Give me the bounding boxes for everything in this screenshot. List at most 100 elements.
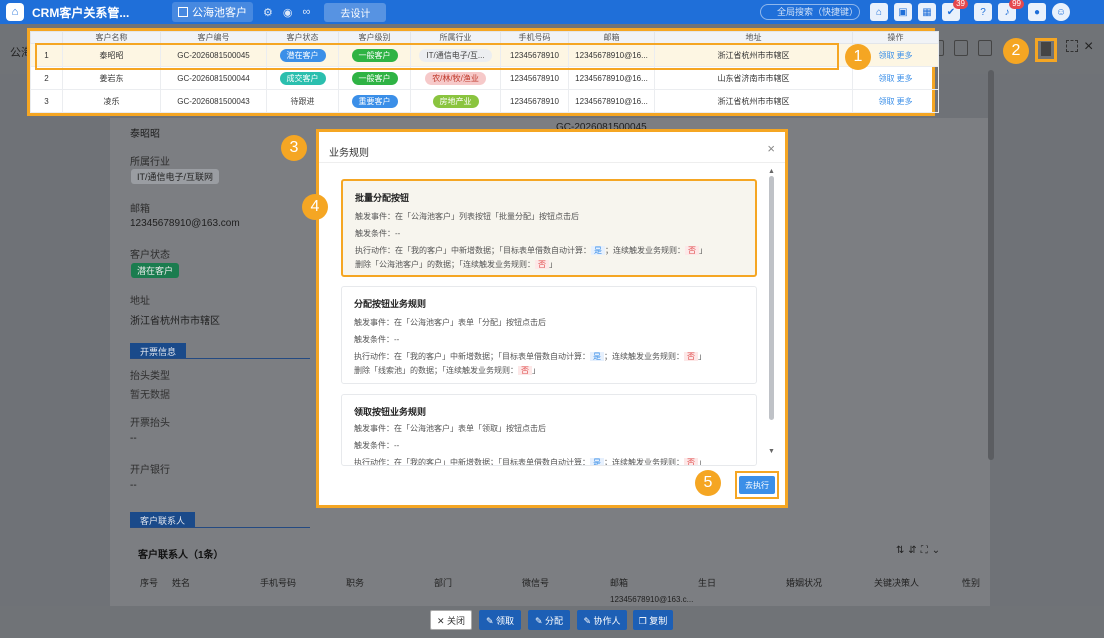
eye-icon[interactable]: ◉ — [283, 6, 293, 19]
apps-icon[interactable]: ▦ — [918, 3, 936, 21]
bell-icon[interactable]: ♪ 99 — [998, 0, 1024, 21]
table-row[interactable]: 2 姜岩东 GC-2026081500044 成交客户 一般客户 农/林/牧/渔… — [30, 66, 939, 90]
assign-button[interactable]: ✎ 分配 — [528, 610, 570, 630]
more-link[interactable]: 更多 — [897, 51, 913, 60]
copy-button[interactable]: ❐ 复制 — [633, 610, 673, 630]
global-search-input[interactable]: 全局搜索（快捷键） — [760, 4, 860, 20]
claim-link[interactable]: 领取 — [879, 97, 895, 106]
tasks-badge: 39 — [953, 0, 968, 9]
industry-chip: IT/通信电子/互联网 — [131, 169, 219, 184]
invoice-type-value: 暂无数据 — [130, 390, 170, 401]
tasks-icon[interactable]: ✔ 39 — [942, 0, 968, 21]
industry-cell: IT/通信电子/互... — [410, 43, 501, 67]
link-icon[interactable]: ∞ — [302, 6, 310, 19]
claim-link[interactable]: 领取 — [879, 74, 895, 83]
claim-link[interactable]: 领取 — [879, 51, 895, 60]
rule-card-batch-assign[interactable]: 批量分配按钮 触发事件：在「公海池客户」列表按钮「批量分配」按钮点击后 触发条件… — [341, 179, 757, 277]
industry-label: 所属行业 — [130, 157, 170, 168]
no-tag: 否 — [685, 246, 699, 255]
level-cell: 一般客户 — [338, 43, 411, 67]
address-cell: 浙江省杭州市市辖区 — [654, 89, 853, 113]
help-icon[interactable]: ? — [974, 3, 992, 21]
col-header[interactable]: 客户名称 — [62, 31, 161, 44]
col-header[interactable]: 客户级别 — [338, 31, 411, 44]
dialog-scrollbar[interactable] — [769, 176, 774, 420]
dialog-title: 业务规则 — [329, 148, 369, 159]
rule-title: 领取按钮业务规则 — [354, 407, 427, 417]
home-icon[interactable]: ⌂ — [870, 3, 888, 21]
phone-cell: 12345678910 — [500, 43, 569, 67]
page-scrollbar[interactable] — [988, 70, 994, 460]
avatar[interactable]: ☺ — [1052, 3, 1070, 21]
rule-card-assign[interactable]: 分配按钮业务规则 触发事件：在「公海池客户」表单「分配」按钮点击后 触发条件：-… — [341, 286, 757, 384]
design-button[interactable]: 去设计 — [324, 2, 387, 22]
customer-name-cell[interactable]: 凌乐 — [62, 89, 161, 113]
more-link[interactable]: 更多 — [897, 74, 913, 83]
invoice-section-line — [130, 358, 310, 359]
contact-col: 关键决策人 — [874, 578, 920, 588]
table-row[interactable]: 1 泰昭昭 GC-2026081500045 潜在客户 一般客户 IT/通信电子… — [30, 43, 939, 67]
col-header[interactable]: 客户状态 — [266, 31, 339, 44]
archive-icon[interactable] — [978, 40, 992, 56]
tab-public-pool[interactable]: 公海池客户 — [172, 2, 253, 22]
close-button[interactable]: ✕ 关闭 — [430, 610, 472, 630]
header-icons: ⌂ ▣ ▦ ✔ 39 ? ♪ 99 ● ☺ — [870, 0, 1070, 21]
industry-cell: 农/林/牧/渔业 — [410, 66, 501, 90]
app-title: CRM客户关系管... — [32, 5, 130, 20]
contact-col: 姓名 — [172, 578, 191, 588]
tab-tools: ⚙ ◉ ∞ — [263, 6, 310, 19]
status-cell: 待跟进 — [266, 89, 339, 113]
contact-table-header: 序号 姓名 手机号码 职务 部门 微信号 邮箱 生日 婚姻状况 关键决策人 性别 — [140, 576, 982, 589]
rule-card-claim[interactable]: 领取按钮业务规则 触发事件：在「公海池客户」表单「领取」按钮点击后 触发条件：-… — [341, 394, 757, 466]
status-chip: 潜在客户 — [131, 263, 180, 278]
execute-button[interactable]: 去执行 — [739, 476, 775, 494]
status-label: 客户状态 — [130, 250, 170, 261]
rule-trigger: 触发事件：在「公海池客户」表单「领取」按钮点击后 — [354, 424, 546, 433]
col-header[interactable]: 所属行业 — [410, 31, 501, 44]
business-rule-icon[interactable] — [1041, 42, 1051, 56]
customer-name-cell[interactable]: 泰昭昭 — [62, 43, 161, 67]
export-icon[interactable] — [954, 40, 968, 56]
table-row[interactable]: 3 凌乐 GC-2026081500043 待跟进 重要客户 房地产业 1234… — [30, 89, 939, 113]
rule-title: 分配按钮业务规则 — [354, 299, 427, 309]
collaborator-button[interactable]: ✎ 协作人 — [577, 610, 627, 630]
phone-cell: 12345678910 — [500, 89, 569, 113]
contact-col: 手机号码 — [260, 578, 297, 588]
rule-action-end: 」 — [698, 352, 706, 361]
level-badge: 重要客户 — [351, 94, 398, 108]
industry-badge: 房地产业 — [432, 94, 479, 108]
col-header[interactable]: 邮箱 — [568, 31, 655, 44]
more-link[interactable]: 更多 — [897, 97, 913, 106]
no-tag: 否 — [684, 352, 698, 361]
rule-delete-end: 」 — [549, 260, 557, 269]
no-tag: 否 — [684, 458, 698, 465]
contact-col: 生日 — [698, 578, 717, 588]
col-header[interactable]: 客户编号 — [160, 31, 267, 44]
dialog-close-icon[interactable]: × — [767, 141, 775, 156]
op-cell: 领取 更多 — [852, 66, 939, 90]
contact-table-tools[interactable]: ⇅⇵⛶⌄ — [896, 545, 944, 556]
scroll-down-icon[interactable]: ▼ — [768, 448, 775, 455]
contacts-icon[interactable]: ▣ — [894, 3, 912, 21]
rule-condition: 触发条件：-- — [354, 335, 400, 344]
col-header[interactable]: 地址 — [654, 31, 853, 44]
fullscreen-icon[interactable] — [1066, 40, 1078, 52]
detail-tools — [930, 40, 992, 56]
bank-value: -- — [130, 480, 137, 491]
no-tag: 否 — [518, 366, 532, 375]
rule-trigger: 触发事件：在「公海池客户」列表按钮「批量分配」按钮点击后 — [355, 212, 579, 221]
rule-delete-end: 」 — [532, 366, 540, 375]
contact-col: 邮箱 — [610, 578, 629, 588]
customer-name-cell[interactable]: 姜岩东 — [62, 66, 161, 90]
theme-icon[interactable]: ● — [1028, 3, 1046, 21]
close-icon[interactable]: × — [1084, 38, 1093, 56]
marker-2: 2 — [1003, 38, 1029, 64]
phone-cell: 12345678910 — [500, 66, 569, 90]
scroll-up-icon[interactable]: ▲ — [768, 168, 775, 175]
settings-icon[interactable]: ⚙ — [263, 6, 273, 19]
claim-button[interactable]: ✎ 领取 — [479, 610, 521, 630]
yes-tag: 是 — [590, 458, 604, 465]
marker-4: 4 — [302, 194, 328, 220]
col-header[interactable]: 手机号码 — [500, 31, 569, 44]
rule-trigger: 触发事件：在「公海池客户」表单「分配」按钮点击后 — [354, 318, 546, 327]
